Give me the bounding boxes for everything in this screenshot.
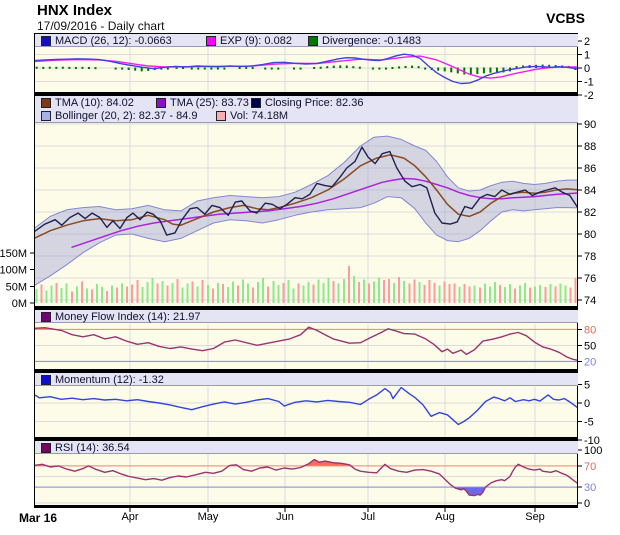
legend-item-tma25: TMA (25): 83.73 (156, 96, 249, 109)
exp-swatch-icon (206, 36, 216, 46)
price-y-tick-label: 76 (584, 273, 596, 285)
rsi-y-tick-label: 100 (584, 445, 602, 457)
momentum-bottom-separator (34, 437, 578, 440)
mfi-y-tick-label: 20 (584, 356, 596, 368)
rsi-y-tick-label: 70 (584, 461, 596, 473)
closing-price-swatch-icon (251, 98, 261, 108)
price-y-tick-label: 84 (584, 185, 596, 197)
price-y-tick-label: 78 (584, 251, 596, 263)
rsi-legend: RSI (14): 36.54 (35, 441, 578, 454)
mfi-y-tick-label: 80 (584, 324, 596, 336)
macd-bottom-separator (34, 92, 578, 95)
volume-y-tick-label: 150M (0, 248, 27, 260)
momentum-legend: Momentum (12): -1.32 (35, 373, 578, 386)
legend-item-mfi: Money Flow Index (14): 21.97 (41, 310, 201, 323)
mfi-legend: Money Flow Index (14): 21.97 (35, 310, 578, 323)
mfi-swatch-icon (41, 312, 51, 322)
price-y-tick-label: 74 (584, 295, 596, 307)
macd-y-tick-label: -1 (584, 77, 594, 89)
macd-y-tick-label: 2 (584, 36, 590, 48)
chart-canvas: 210-1-290888684828078767480502050-5-1010… (0, 0, 620, 535)
volume-swatch-icon (216, 111, 226, 121)
chart-window: HNX Index 17/09/2016 - Daily chart VCBS … (0, 0, 620, 535)
legend-item-closing-price: Closing Price: 82.36 (251, 96, 363, 109)
volume-y-tick-label: 100M (0, 265, 27, 277)
macd-legend-label: MACD (26, 12): -0.0663 (55, 35, 172, 47)
price-y-tick-label: 86 (584, 163, 596, 175)
legend-item-macd: MACD (26, 12): -0.0663 (41, 34, 172, 47)
price-bottom-separator (34, 306, 578, 309)
mfi-y-tick-label: 50 (584, 340, 596, 352)
momentum-y-tick-label: 5 (584, 380, 590, 392)
tma25-swatch-icon (156, 98, 166, 108)
legend-item-momentum: Momentum (12): -1.32 (41, 373, 164, 386)
closing-price-legend-label: Closing Price: 82.36 (265, 97, 363, 109)
legend-item-rsi: RSI (14): 36.54 (41, 441, 130, 454)
x-axis-label: Aug (435, 511, 455, 523)
tma25-legend-label: TMA (25): 83.73 (170, 97, 249, 109)
mfi-legend-label: Money Flow Index (14): 21.97 (55, 311, 201, 323)
momentum-legend-label: Momentum (12): -1.32 (55, 374, 164, 386)
x-axis-label: Jul (361, 511, 375, 523)
macd-y-tick-label: -2 (584, 90, 594, 102)
bollinger-legend-label: Bollinger (20, 2): 82.37 - 84.9 (55, 110, 197, 122)
x-axis-label: Sep (525, 511, 545, 523)
momentum-y-tick-label: -5 (584, 417, 594, 429)
price-y-tick-label: 82 (584, 207, 596, 219)
rsi-y-tick-label: 30 (584, 482, 596, 494)
rsi-y-tick-label: 0 (584, 498, 590, 510)
macd-y-tick-label: 1 (584, 50, 590, 62)
macd-swatch-icon (41, 36, 51, 46)
bollinger-swatch-icon (41, 111, 51, 121)
price-y-tick-label: 88 (584, 141, 596, 153)
legend-item-bollinger: Bollinger (20, 2): 82.37 - 84.9 (41, 109, 197, 122)
tma10-swatch-icon (41, 98, 51, 108)
exp-legend-label: EXP (9): 0.082 (220, 35, 292, 47)
legend-item-tma10: TMA (10): 84.02 (41, 96, 134, 109)
x-axis-label: May (198, 511, 219, 523)
x-axis-label: Mar 16 (19, 511, 57, 525)
momentum-y-tick-label: 0 (584, 398, 590, 410)
volume-y-tick-label: 50M (6, 281, 27, 293)
rsi-bottom-separator (34, 505, 578, 508)
legend-item-divergence: Divergence: -0.1483 (308, 34, 421, 47)
macd-legend: MACD (26, 12): -0.0663 EXP (9): 0.082 Di… (35, 34, 578, 47)
volume-y-tick-label: 0M (12, 298, 27, 310)
x-axis-label: Jun (276, 511, 294, 523)
rsi-swatch-icon (41, 443, 51, 453)
legend-item-volume: Vol: 74.18M (216, 109, 288, 122)
rsi-legend-label: RSI (14): 36.54 (55, 442, 130, 454)
legend-item-exp: EXP (9): 0.082 (206, 34, 292, 47)
x-axis-label: Apr (121, 511, 138, 523)
price-y-tick-label: 90 (584, 119, 596, 131)
macd-y-tick-label: 0 (584, 63, 590, 75)
volume-legend-label: Vol: 74.18M (230, 110, 288, 122)
divergence-legend-label: Divergence: -0.1483 (322, 35, 421, 47)
mfi-bottom-separator (34, 369, 578, 372)
divergence-swatch-icon (308, 36, 318, 46)
price-y-tick-label: 80 (584, 229, 596, 241)
momentum-swatch-icon (41, 375, 51, 385)
price-legend: TMA (10): 84.02 TMA (25): 83.73 Closing … (35, 96, 578, 123)
tma10-legend-label: TMA (10): 84.02 (55, 97, 134, 109)
